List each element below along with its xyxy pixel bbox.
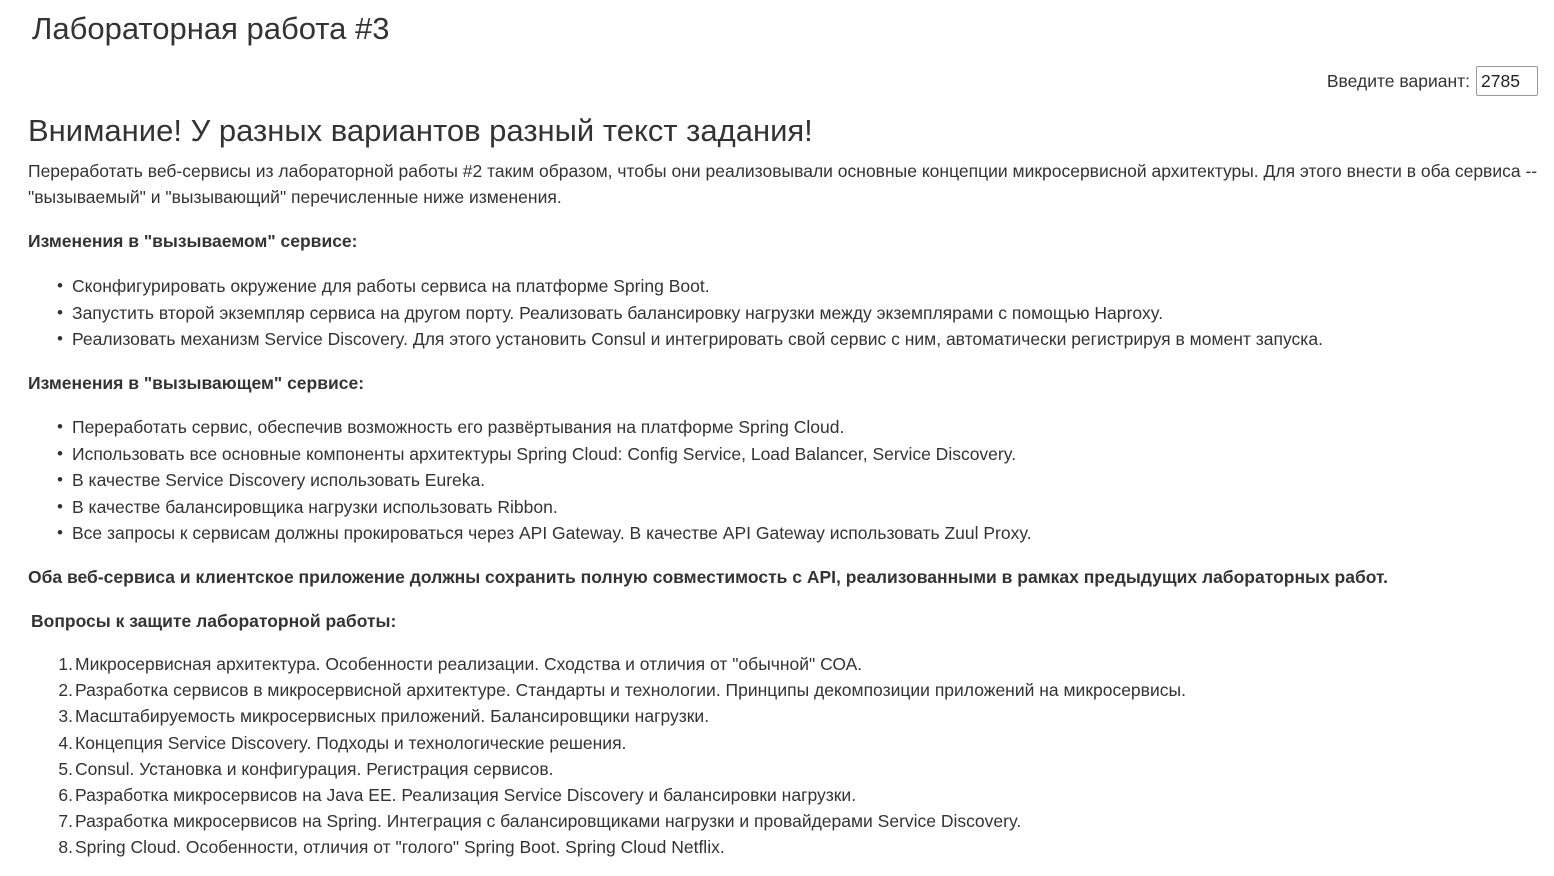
list-item: 3. Масштабируемость микросервисных прилож… [58,703,1186,729]
compatibility-note: Оба веб-сервиса и клиентское приложение … [28,567,1388,587]
bullet-icon: • [57,417,63,436]
list-item: • Реализовать механизм Service Discovery.… [57,326,1323,353]
page: Лабораторная работа #3 Введите вариант: … [0,0,1554,876]
item-number: 4. [58,732,73,753]
bullet-icon: • [57,276,63,295]
list-item-text: Разработка сервисов в микросервисной арх… [75,680,1186,701]
list-item: • В качестве балансировщика нагрузки испо… [57,494,1032,521]
item-number: 3. [58,706,73,727]
bullet-icon: • [57,523,63,542]
warning-heading: Внимание! У разных вариантов разный текс… [28,113,813,148]
list-item-text: В качестве балансировщика нагрузки испол… [72,496,558,517]
bullet-icon: • [57,496,63,516]
variant-label: Введите вариант: [1326,71,1470,91]
list-item-text: Реализовать механизм Service Discovery. … [72,329,1323,349]
list-item-text: Spring Cloud. Особенности, отличия от "г… [75,837,725,858]
list-item-text: Разработка микросервисов на Java EE. Реа… [75,784,857,805]
list-item-text: Consul. Установка и конфигурация. Регист… [75,758,554,779]
list-item: 8. Spring Cloud. Особенности, отличия от … [58,834,1186,860]
list-item-text: В качестве Service Discovery использоват… [72,470,486,490]
list-item: 6. Разработка микросервисов на Java EE. Р… [58,782,1186,808]
list-item-text: Запустить второй экземпляр сервиса на др… [72,302,1164,323]
list-item: 4. Концепция Service Discovery. Подходы и… [58,730,1186,756]
item-number: 6. [58,784,73,805]
item-number: 1. [58,654,73,674]
list-item-text: Переработать сервис, обеспечив возможнос… [72,417,845,437]
bullet-icon: • [57,470,63,489]
called-service-list: • Сконфигурировать окружение для работы с… [57,273,1323,353]
intro-paragraph: Переработать веб-сервисы из лабораторной… [28,161,1538,207]
list-item: 1. Микросервисная архитектура. Особенност… [58,651,1186,677]
variant-input[interactable] [1476,66,1538,96]
list-item: • В качестве Service Discovery использова… [57,467,1032,494]
questions-list: 1. Микросервисная архитектура. Особенност… [58,651,1186,861]
list-item-text: Концепция Service Discovery. Подходы и т… [75,732,627,753]
list-item-text: Сконфигурировать окружение для работы се… [72,276,710,296]
list-item: • Переработать сервис, обеспечив возможно… [57,414,1032,441]
list-item: • Использовать все основные компоненты ар… [57,441,1032,468]
item-number: 8. [58,837,73,858]
bullet-icon: • [57,302,63,322]
questions-heading: Вопросы к защите лабораторной работы: [31,611,397,631]
list-item-text: Все запросы к сервисам должны прокироват… [72,523,1032,543]
list-item-text: Разработка микросервисов на Spring. Инте… [75,811,1022,832]
item-number: 7. [58,811,73,832]
page-title: Лабораторная работа #3 [32,11,390,46]
variant-form: Введите вариант: [1327,66,1538,96]
item-number: 5. [58,758,73,779]
list-item: • Запустить второй экземпляр сервиса на д… [57,300,1323,327]
bullet-icon: • [57,443,63,463]
calling-service-list: • Переработать сервис, обеспечив возможно… [57,414,1032,547]
item-number: 2. [58,680,73,701]
list-item-text: Масштабируемость микросервисных приложен… [75,706,710,727]
list-item-text: Микросервисная архитектура. Особенности … [75,654,863,674]
bullet-icon: • [57,329,63,348]
called-service-heading: Изменения в "вызываемом" сервисе: [28,231,358,251]
list-item: 5. Consul. Установка и конфигурация. Реги… [58,756,1186,782]
list-item-text: Использовать все основные компоненты арх… [72,443,1017,464]
list-item: 2. Разработка сервисов в микросервисной а… [58,677,1186,703]
list-item: • Сконфигурировать окружение для работы с… [57,273,1323,300]
list-item: 7. Разработка микросервисов на Spring. Ин… [58,808,1186,834]
list-item: • Все запросы к сервисам должны прокирова… [57,520,1032,547]
calling-service-heading: Изменения в "вызывающем" сервисе: [28,373,365,393]
